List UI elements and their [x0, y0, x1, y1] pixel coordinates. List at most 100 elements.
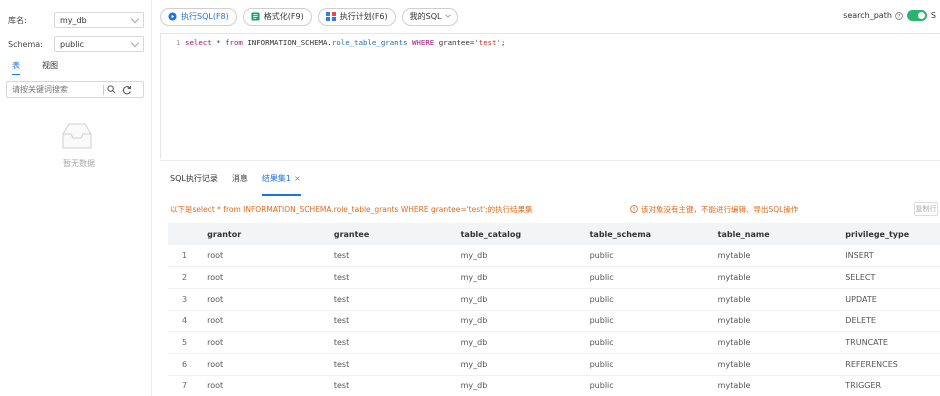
- chevron-down-icon: [445, 12, 452, 18]
- tab-sql-history[interactable]: SQL执行记录: [170, 173, 218, 184]
- my-sql-label: 我的SQL: [409, 12, 442, 21]
- sql-token: grantee=: [438, 38, 475, 47]
- database-select[interactable]: my_db: [54, 12, 144, 28]
- table-row[interactable]: 7 root test my_db public mytable TRIGGER: [168, 375, 940, 396]
- table-cell[interactable]: my_db: [454, 288, 584, 311]
- table-cell[interactable]: test: [327, 245, 455, 268]
- database-label: 库名:: [8, 15, 27, 25]
- search-icon[interactable]: [107, 85, 116, 94]
- row-index: 2: [168, 266, 202, 289]
- tab-tables[interactable]: 表: [12, 60, 20, 75]
- table-cell[interactable]: test: [327, 310, 455, 333]
- table-row[interactable]: 3 root test my_db public mytable UPDATE: [168, 288, 940, 311]
- refresh-icon[interactable]: [122, 85, 132, 95]
- table-cell[interactable]: my_db: [454, 375, 584, 396]
- table-cell[interactable]: root: [201, 375, 328, 396]
- table-cell[interactable]: public: [583, 375, 712, 396]
- copy-row-button[interactable]: 复制行: [914, 202, 938, 216]
- table-cell[interactable]: INSERT: [839, 245, 940, 268]
- schema-label: Schema:: [8, 39, 43, 49]
- table-cell[interactable]: root: [201, 266, 328, 289]
- schema-value: public: [60, 39, 85, 49]
- table-cell[interactable]: test: [327, 375, 455, 396]
- table-cell[interactable]: public: [583, 288, 712, 311]
- table-cell[interactable]: test: [327, 266, 455, 289]
- sql-string: 'test': [474, 38, 501, 47]
- table-cell[interactable]: mytable: [711, 353, 840, 376]
- search-path-control: search_path ? S: [843, 10, 936, 21]
- table-cell[interactable]: UPDATE: [839, 288, 940, 311]
- table-cell[interactable]: REFERENCES: [839, 353, 940, 376]
- table-cell[interactable]: DELETE: [839, 310, 940, 333]
- table-row[interactable]: 5 root test my_db public mytable TRUNCATE: [168, 331, 940, 354]
- table-cell[interactable]: mytable: [711, 245, 840, 268]
- table-cell[interactable]: test: [327, 288, 455, 311]
- table-cell[interactable]: root: [201, 288, 328, 311]
- table-row[interactable]: 4 root test my_db public mytable DELETE: [168, 310, 940, 333]
- sql-code[interactable]: select * from INFORMATION_SCHEMA.role_ta…: [185, 38, 505, 47]
- column-header[interactable]: table_catalog: [454, 223, 584, 245]
- table-cell[interactable]: test: [327, 331, 455, 354]
- column-header: [168, 223, 202, 245]
- result-summary: 以下是select * from INFORMATION_SCHEMA.role…: [170, 204, 533, 214]
- table-cell[interactable]: mytable: [711, 331, 840, 354]
- table-row[interactable]: 2 root test my_db public mytable SELECT: [168, 266, 940, 289]
- table-cell[interactable]: public: [583, 331, 712, 354]
- table-cell[interactable]: root: [201, 331, 328, 354]
- sql-identifier: role_table_grants: [331, 38, 408, 47]
- run-sql-button[interactable]: 执行SQL(F8): [160, 7, 237, 26]
- result-tabs: SQL执行记录 消息 结果集1 ×: [160, 160, 940, 196]
- row-index: 3: [168, 288, 202, 311]
- explain-plan-button[interactable]: 执行计划(F6): [317, 7, 396, 26]
- table-cell[interactable]: my_db: [454, 310, 584, 333]
- schema-row: Schema: public: [8, 36, 144, 52]
- my-sql-dropdown[interactable]: 我的SQL: [401, 7, 459, 26]
- sql-keyword: select: [185, 38, 212, 47]
- table-cell[interactable]: my_db: [454, 331, 584, 354]
- schema-select[interactable]: public: [54, 36, 144, 52]
- table-cell[interactable]: test: [327, 353, 455, 376]
- table-cell[interactable]: mytable: [711, 266, 840, 289]
- help-icon[interactable]: ?: [895, 11, 903, 20]
- sql-editor[interactable]: 1 select * from INFORMATION_SCHEMA.role_…: [160, 33, 940, 159]
- database-row: 库名: my_db: [8, 12, 144, 28]
- object-type-tabs: 表 视图: [12, 60, 58, 75]
- table-cell[interactable]: public: [583, 266, 712, 289]
- table-cell[interactable]: mytable: [711, 310, 840, 333]
- column-header[interactable]: table_schema: [583, 223, 712, 245]
- table-row[interactable]: 6 root test my_db public mytable REFERENCES: [168, 353, 940, 376]
- column-header[interactable]: table_name: [711, 223, 840, 245]
- table-cell[interactable]: root: [201, 353, 328, 376]
- table-cell[interactable]: TRUNCATE: [839, 331, 940, 354]
- table-row[interactable]: 1 root test my_db public mytable INSERT: [168, 245, 940, 268]
- table-cell[interactable]: public: [583, 353, 712, 376]
- table-cell[interactable]: mytable: [711, 375, 840, 396]
- column-header[interactable]: grantee: [327, 223, 455, 245]
- tab-views[interactable]: 视图: [42, 60, 58, 75]
- sql-keyword: WHERE: [411, 38, 435, 47]
- tab-result-set[interactable]: 结果集1 ×: [261, 173, 301, 196]
- table-cell[interactable]: root: [201, 245, 328, 268]
- table-cell[interactable]: my_db: [454, 245, 584, 268]
- table-cell[interactable]: public: [583, 310, 712, 333]
- explain-plan-label: 执行计划(F6): [339, 12, 388, 21]
- line-gutter: 1: [161, 34, 183, 159]
- no-primary-key-warning: 该对象没有主键，不能进行编辑、导出SQL操作: [630, 204, 798, 215]
- result-table: grantor grantee table_catalog table_sche…: [168, 223, 940, 396]
- tab-messages[interactable]: 消息: [232, 173, 248, 184]
- table-cell[interactable]: public: [583, 245, 712, 268]
- svg-text:?: ?: [897, 14, 900, 20]
- table-cell[interactable]: root: [201, 310, 328, 333]
- table-cell[interactable]: SELECT: [839, 266, 940, 289]
- table-cell[interactable]: TRIGGER: [839, 375, 940, 396]
- search-path-toggle[interactable]: [906, 10, 927, 21]
- table-cell[interactable]: mytable: [711, 288, 840, 311]
- column-header[interactable]: grantor: [201, 223, 328, 245]
- line-number: 1: [176, 39, 181, 47]
- column-header[interactable]: privilege_type: [839, 223, 940, 245]
- table-cell[interactable]: my_db: [454, 266, 584, 289]
- search-input[interactable]: [12, 85, 100, 94]
- table-cell[interactable]: my_db: [454, 353, 584, 376]
- format-button[interactable]: 格式化(F9): [242, 7, 312, 26]
- close-icon[interactable]: ×: [294, 174, 301, 183]
